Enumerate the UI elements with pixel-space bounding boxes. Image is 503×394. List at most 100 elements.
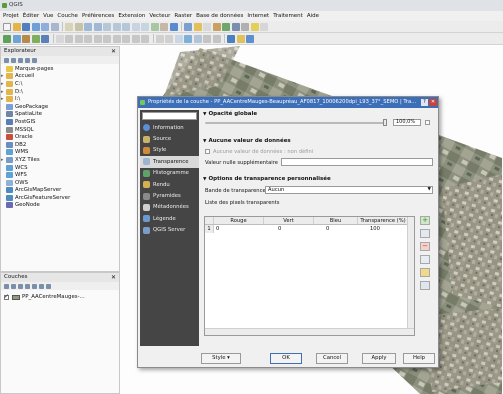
tree-item-ows[interactable]: OWS: [1, 179, 119, 187]
apply-button[interactable]: Apply: [362, 353, 396, 364]
menu-editer[interactable]: Éditer: [23, 13, 39, 19]
menu-internet[interactable]: Internet: [247, 13, 269, 19]
add-group-icon[interactable]: [11, 283, 16, 289]
delete-selected-icon[interactable]: [112, 34, 121, 43]
tree-item-oracle[interactable]: Oracle: [1, 133, 119, 141]
rotate-label-icon[interactable]: [203, 34, 211, 43]
column-header-bleu[interactable]: Bleu: [314, 217, 358, 224]
save-edits-icon[interactable]: [65, 34, 73, 43]
layout-manager-icon[interactable]: [50, 22, 59, 31]
dialog-close-button[interactable]: ✕: [429, 99, 437, 106]
pixels-from-display-button[interactable]: [420, 229, 430, 238]
refresh-icon[interactable]: [169, 22, 178, 31]
default-values-button[interactable]: [420, 255, 430, 264]
sidebar-item-transparence[interactable]: Transparence: [140, 156, 199, 168]
zoom-selection-icon[interactable]: [112, 22, 121, 31]
zoom-layer-icon[interactable]: [122, 22, 130, 31]
sum-icon[interactable]: [231, 22, 240, 31]
deselect-icon[interactable]: [203, 22, 211, 31]
layer-style-icon[interactable]: [4, 283, 9, 289]
filter-icon[interactable]: [18, 57, 23, 63]
menu-couche[interactable]: Couche: [57, 13, 78, 19]
digitize-icon[interactable]: [74, 34, 83, 43]
sidebar-item-information[interactable]: Information: [140, 122, 199, 133]
redo-icon[interactable]: [165, 34, 173, 43]
export-to-file-icon[interactable]: [420, 281, 430, 290]
identify-icon[interactable]: [184, 22, 192, 31]
menu-base-de-donnees[interactable]: Base de données: [196, 13, 243, 19]
pan-to-selection-icon[interactable]: [74, 22, 83, 31]
collapse-all-icon[interactable]: [25, 57, 30, 63]
select-features-icon[interactable]: [193, 22, 202, 31]
extra-null-value-input[interactable]: [281, 158, 433, 166]
add-selected-layers-icon[interactable]: [11, 57, 16, 63]
sidebar-item-histogramme[interactable]: Histogramme: [140, 168, 199, 179]
opacity-slider[interactable]: [205, 122, 387, 124]
sidebar-item-style[interactable]: Style: [140, 145, 199, 156]
tree-item-spatialite[interactable]: SpatiaLite: [1, 111, 119, 119]
tree-item-d-drive[interactable]: ▸ D:\: [1, 88, 119, 96]
menu-traitement[interactable]: Traitement: [273, 13, 303, 19]
tree-item-wms[interactable]: WMS: [1, 149, 119, 157]
column-header-transparence[interactable]: Transparence (%): [358, 217, 409, 224]
transparency-band-select[interactable]: Aucun ▼: [265, 186, 433, 194]
transparent-pixels-table[interactable]: Rouge Vert Bleu Transparence (%) 1 0 0 0…: [204, 216, 415, 336]
tree-item-postgis[interactable]: PostGIS: [1, 118, 119, 126]
save-as-icon[interactable]: [31, 22, 40, 31]
sidebar-item-metadonnees[interactable]: Métadonnées: [140, 202, 199, 213]
zoom-next-icon[interactable]: [141, 22, 149, 31]
tree-item-geonode[interactable]: GeoNode: [1, 202, 119, 210]
copy-icon[interactable]: [131, 34, 140, 43]
add-postgis-icon[interactable]: [41, 34, 49, 43]
measure-icon[interactable]: [241, 22, 249, 31]
tree-item-arcgis-feature-server[interactable]: ArcGisFeatureServer: [1, 194, 119, 202]
menu-vecteur[interactable]: Vecteur: [149, 13, 170, 19]
bookmark-icon[interactable]: [160, 22, 168, 31]
sidebar-item-qgis-server[interactable]: QGIS Server: [140, 225, 199, 236]
table-row[interactable]: 1 0 0 0 100: [205, 225, 414, 233]
sidebar-item-pyramides[interactable]: Pyramides: [140, 190, 199, 201]
nodata-checkbox[interactable]: [205, 149, 210, 154]
add-vector-icon[interactable]: [12, 34, 21, 43]
new-project-icon[interactable]: [3, 22, 11, 31]
tree-item-mssql[interactable]: MSSQL: [1, 126, 119, 134]
menu-raster[interactable]: Raster: [174, 13, 192, 19]
zoom-last-icon[interactable]: [131, 22, 140, 31]
undo-icon[interactable]: [155, 34, 164, 43]
cell-vert[interactable]: 0: [264, 225, 314, 233]
save-project-icon[interactable]: [22, 22, 30, 31]
table-horizontal-scrollbar[interactable]: [205, 328, 414, 335]
tree-item-wcs[interactable]: WCS: [1, 164, 119, 172]
label-style-icon[interactable]: [184, 34, 192, 43]
sidebar-item-legende[interactable]: Légende: [140, 213, 199, 224]
sidebar-item-source[interactable]: Source: [140, 133, 199, 144]
cell-rouge[interactable]: 0: [214, 225, 264, 233]
tree-item-i-drive[interactable]: ▸ I:\: [1, 95, 119, 103]
collapse-arrow-icon[interactable]: ▼: [203, 112, 206, 117]
cancel-button[interactable]: Cancel: [316, 353, 348, 364]
cell-bleu[interactable]: 0: [314, 225, 358, 233]
cell-transparence[interactable]: 100: [358, 225, 409, 233]
layer-visibility-checkbox[interactable]: [4, 293, 9, 300]
tree-item-db2[interactable]: DB2: [1, 141, 119, 149]
enable-properties-icon[interactable]: [32, 57, 37, 63]
menu-projet[interactable]: Projet: [3, 13, 19, 19]
vertex-tool-icon[interactable]: [103, 34, 111, 43]
close-icon[interactable]: ✕: [111, 47, 116, 56]
tree-item-wfs[interactable]: WFS: [1, 171, 119, 179]
dialog-help-button[interactable]: ?: [421, 99, 428, 106]
sidebar-item-rendu[interactable]: Rendu: [140, 179, 199, 190]
zoom-full-icon[interactable]: [103, 22, 111, 31]
style-menu-button[interactable]: Style ▾: [201, 353, 241, 364]
remove-layer-icon[interactable]: [46, 283, 51, 289]
menu-extension[interactable]: Extension: [118, 13, 145, 19]
tree-item-c-drive[interactable]: ▸ C:\: [1, 80, 119, 88]
label-icon[interactable]: [174, 34, 183, 43]
pin-label-icon[interactable]: [193, 34, 202, 43]
print-layout-icon[interactable]: [41, 22, 49, 31]
expand-all-icon[interactable]: [32, 283, 37, 289]
menu-preferences[interactable]: Préférences: [82, 13, 114, 19]
ok-button[interactable]: OK: [270, 353, 302, 364]
pan-icon[interactable]: [65, 22, 73, 31]
field-calculator-icon[interactable]: [212, 22, 221, 31]
